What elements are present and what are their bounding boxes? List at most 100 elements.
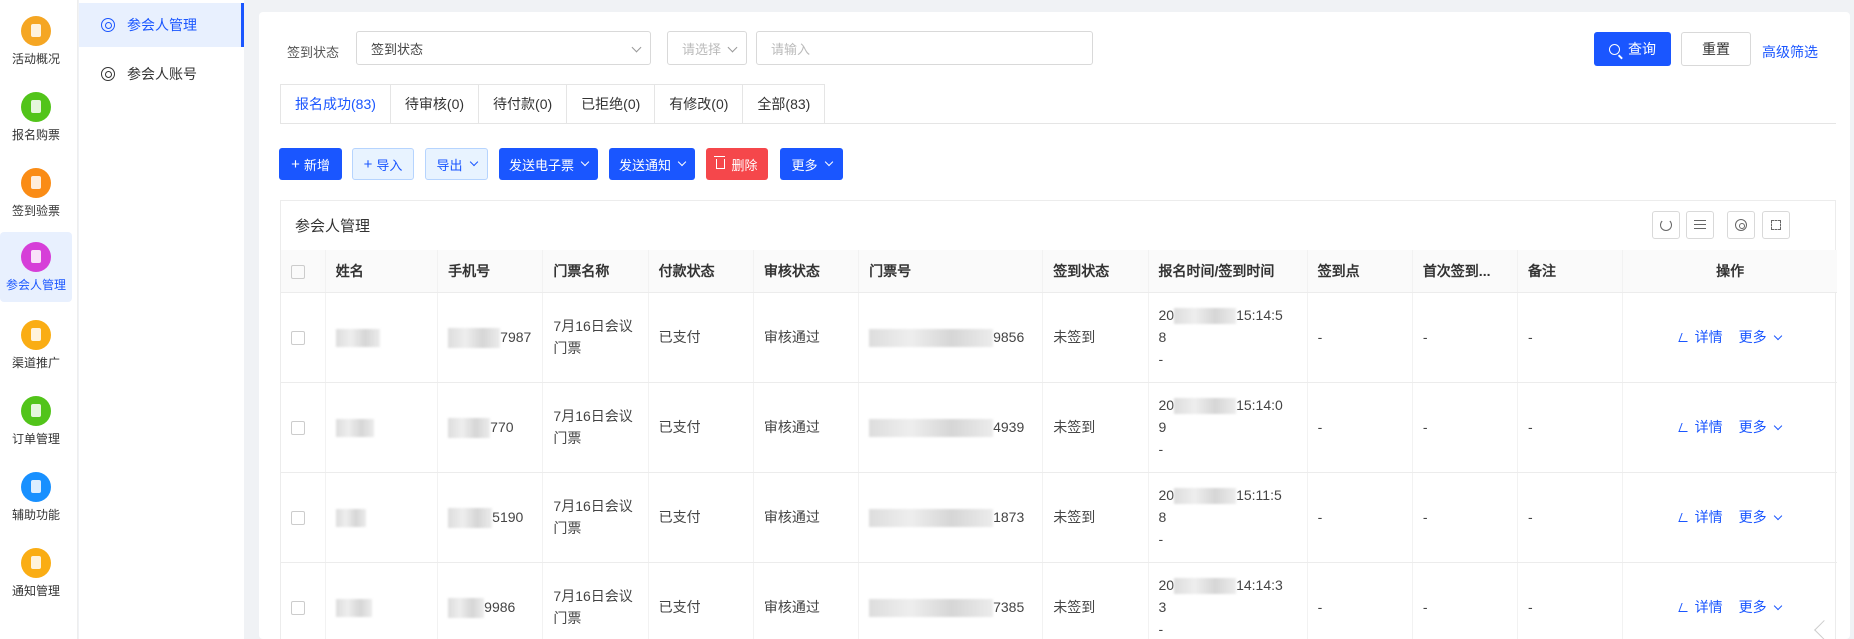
row-select-cell[interactable] [281,292,326,383]
tab-modified[interactable]: 有修改(0) [655,84,744,124]
tab-pending-payment[interactable]: 待付款(0) [479,84,568,124]
cell-first-checkin: - [1412,292,1519,383]
delete-button[interactable]: 删除 [706,148,768,180]
row-select-cell[interactable] [281,472,326,563]
phone-tail: 9986 [484,598,516,615]
more-actions-button[interactable]: 更多 [780,148,843,180]
time-tail: 15:14:5 [1236,307,1283,323]
chevron-down-icon [580,157,590,167]
table-header-row: 姓名 手机号 门票名称 付款状态 审核状态 门票号 签到状态 报名时间/签到时间… [281,250,1837,293]
column-settings-button[interactable] [1727,211,1755,239]
row-more-label: 更多 [1738,419,1767,435]
status-tabs: 报名成功(83) 待审核(0) 待付款(0) 已拒绝(0) 有修改(0) 全部(… [280,84,826,124]
rail-item-channel-promotion[interactable]: 渠道推广 [0,310,72,380]
detail-link[interactable]: 详情 [1678,599,1723,615]
col-ticket-number: 门票号 [858,250,1044,293]
settings-icon [1735,219,1747,231]
cell-name [325,472,439,563]
row-select-cell[interactable] [281,562,326,639]
chevron-down-icon [677,157,687,167]
import-button[interactable]: + 导入 [352,148,414,180]
detail-label: 详情 [1694,509,1723,525]
fullscreen-button[interactable] [1762,211,1790,239]
chevron-down-icon [1773,601,1782,611]
time-line-2: 8 [1158,509,1167,525]
more-label: 更多 [791,157,818,173]
cell-review-status: 审核通过 [753,472,860,563]
cell-actions: 详情 更多 [1622,292,1837,383]
rail-label: 订单管理 [11,432,60,446]
row-select-cell[interactable] [281,382,326,473]
cell-checkin-status: 未签到 [1042,562,1149,639]
edit-icon [1678,333,1691,342]
detail-link[interactable]: 详情 [1678,419,1723,435]
option-select[interactable]: 请选择 [667,31,747,65]
tab-registered[interactable]: 报名成功(83) [280,84,391,124]
col-checkin-status: 签到状态 [1042,250,1149,293]
time-line-3: - [1158,531,1164,547]
cell-actions: 详情 更多 [1622,472,1837,563]
subnav-item-attendee-management[interactable]: 参会人管理 [79,3,244,47]
time-line-2: 8 [1158,329,1167,345]
checkin-status-select[interactable]: 签到状态 [356,31,651,65]
app-rail: 活动概况 报名购票 签到验票 参会人管理 渠道推广 订单管理 辅助功能 通知管理 [0,0,78,639]
row-more-link[interactable]: 更多 [1739,329,1782,345]
subnav-item-attendee-account[interactable]: 参会人账号 [79,52,244,96]
rail-item-notification[interactable]: 通知管理 [0,538,72,608]
select-all-checkbox[interactable] [291,264,305,279]
rail-label: 报名购票 [11,128,60,142]
subnav-label: 参会人账号 [127,66,197,82]
refresh-button[interactable] [1652,211,1680,239]
cell-ticket-name: 7月16日会议门票 [542,472,649,563]
advanced-filter-link[interactable]: 高级筛选 [1762,42,1818,62]
cell-ticket-number: 4939 [858,382,1044,473]
rail-item-auxiliary[interactable]: 辅助功能 [0,462,72,532]
chevron-down-icon [1773,421,1782,431]
row-more-link[interactable]: 更多 [1738,419,1782,435]
plus-icon: + [291,155,300,173]
time-line-2: 9 [1158,419,1167,435]
keyword-input[interactable]: 请输入 [756,31,1093,65]
rail-item-activity-overview[interactable]: 活动概况 [0,6,72,76]
cell-note: - [1517,562,1624,639]
redacted-date [1174,308,1237,325]
time-line-1: 20 15:11:5 [1159,484,1297,506]
add-button[interactable]: + 新增 [279,148,342,180]
redacted-phone [448,418,491,439]
density-button[interactable] [1686,211,1714,239]
row-checkbox[interactable] [291,331,305,346]
row-more-link[interactable]: 更多 [1739,509,1782,525]
input-placeholder: 请输入 [771,41,811,57]
channel-promotion-icon [21,320,51,350]
export-button[interactable]: 导出 [425,148,488,180]
select-all-cell[interactable] [281,250,326,293]
send-ticket-button[interactable]: 发送电子票 [499,148,598,180]
ticket-tail: 1873 [993,509,1025,525]
export-label: 导出 [436,157,463,173]
rail-item-registration[interactable]: 报名购票 [0,82,72,152]
tab-all[interactable]: 全部(83) [743,84,826,124]
query-button[interactable]: 查询 [1594,32,1671,66]
table-row: 7987 7月16日会议门票 已支付 审核通过 9856 未签到 20 15:14:5 8- - -… [281,292,1837,383]
chevron-down-icon [469,157,478,167]
cell-review-status: 审核通过 [753,292,860,383]
redacted-name [335,419,374,438]
rail-item-checkin[interactable]: 签到验票 [0,158,72,228]
phone-tail: 770 [490,418,514,435]
rail-item-order-management[interactable]: 订单管理 [0,386,72,456]
detail-label: 详情 [1694,599,1723,615]
cell-time: 20 15:14:5 8 - [1148,292,1308,383]
row-checkbox[interactable] [291,511,305,526]
row-more-link[interactable]: 更多 [1739,599,1782,615]
send-notice-button[interactable]: 发送通知 [609,148,695,180]
detail-link[interactable]: 详情 [1678,509,1723,525]
row-checkbox[interactable] [291,601,305,616]
rail-item-attendee-management[interactable]: 参会人管理 [0,232,72,302]
detail-link[interactable]: 详情 [1678,329,1723,345]
subnav-label: 参会人管理 [127,17,197,33]
row-checkbox[interactable] [291,421,305,436]
cell-payment-status: 已支付 [648,292,754,383]
tab-pending-review[interactable]: 待审核(0) [390,84,480,124]
tab-rejected[interactable]: 已拒绝(0) [567,84,656,124]
reset-button[interactable]: 重置 [1681,32,1751,66]
